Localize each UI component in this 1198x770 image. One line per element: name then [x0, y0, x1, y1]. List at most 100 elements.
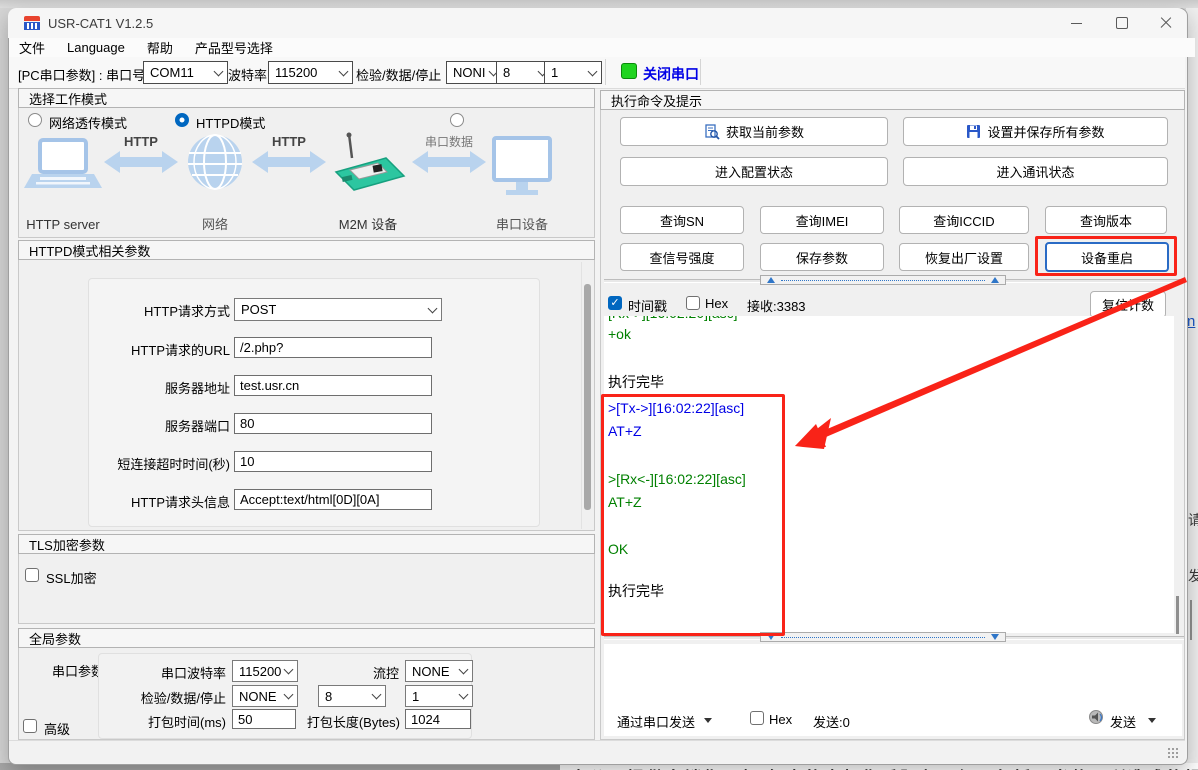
chevron-down-icon — [428, 303, 438, 313]
menu-language[interactable]: Language — [67, 40, 125, 55]
http-method-select[interactable]: POST — [234, 298, 442, 321]
server-addr-value: test.usr.cn — [240, 378, 299, 393]
set-save-all-label: 设置并保存所有参数 — [987, 122, 1104, 141]
menu-product-select[interactable]: 产品型号选择 — [195, 38, 273, 57]
parity-value: NONI — [453, 65, 486, 80]
g-stopbits-value: 1 — [412, 689, 419, 704]
radio-mqtt-mode[interactable] — [450, 113, 464, 127]
pack-len-input[interactable]: 1024 — [405, 709, 471, 729]
collapse-up-icon[interactable] — [991, 277, 999, 283]
log-splitter-top[interactable] — [760, 275, 1006, 285]
g-flow-select[interactable]: NONE — [405, 660, 473, 682]
splitter-dots — [781, 637, 985, 638]
log-scrollbar-thumb[interactable] — [1176, 596, 1179, 634]
menu-file[interactable]: 文件 — [19, 38, 45, 57]
save-params-label: 保存参数 — [796, 248, 848, 267]
enter-config-button[interactable]: 进入配置状态 — [620, 157, 888, 186]
enter-config-label: 进入配置状态 — [715, 162, 793, 181]
sent-count: 发送:0 — [813, 712, 850, 731]
enter-comm-label: 进入通讯状态 — [996, 162, 1074, 181]
workmode-header-label: 选择工作模式 — [29, 89, 107, 108]
radio-httpd-mode[interactable] — [175, 113, 189, 127]
g-parity-label: 检验/数据/停止 — [140, 688, 226, 707]
annotation-box-log — [601, 394, 785, 636]
pack-len-label: 打包长度(Bytes) — [300, 712, 400, 731]
query-iccid-button[interactable]: 查询ICCID — [899, 206, 1029, 234]
status-bar — [9, 740, 1185, 763]
timeout-input[interactable]: 10 — [234, 451, 432, 472]
send-button[interactable]: 发送 — [1110, 712, 1136, 731]
resize-grip[interactable] — [1168, 748, 1178, 758]
httpd-scrollbar[interactable] — [581, 262, 594, 529]
timestamp-label: 时间戳 — [628, 296, 667, 315]
send-dropdown-arrow-icon[interactable] — [1148, 718, 1156, 723]
log-line-ok: +ok — [608, 326, 631, 342]
dropdown-arrow-icon[interactable] — [704, 718, 712, 723]
server-port-label: 服务器端口 — [165, 416, 230, 435]
reset-count-button[interactable]: 复位计数 — [1090, 291, 1166, 318]
server-addr-input[interactable]: test.usr.cn — [234, 375, 432, 396]
http-header-input[interactable]: Accept:text/html[0D][0A] — [234, 489, 432, 510]
minimize-icon — [1071, 23, 1082, 24]
parity-select[interactable]: NONI — [446, 61, 503, 84]
minimize-button[interactable] — [1054, 10, 1098, 36]
radio-transparent-label: 网络透传模式 — [49, 113, 127, 132]
com-port-select[interactable]: COM11 — [143, 61, 228, 84]
factory-reset-button[interactable]: 恢复出厂设置 — [899, 243, 1029, 271]
query-signal-label: 查信号强度 — [649, 248, 714, 267]
g-parity-select[interactable]: NONE — [232, 685, 298, 707]
http-method-label: HTTP请求方式 — [138, 301, 230, 320]
background-scrollbar-fragment — [1190, 600, 1192, 640]
save-params-button[interactable]: 保存参数 — [760, 243, 884, 271]
g-baud-value: 115200 — [239, 664, 281, 679]
server-port-input[interactable]: 80 — [234, 413, 432, 434]
get-params-button[interactable]: 获取当前参数 — [620, 117, 888, 146]
send-via-serial-dropdown[interactable]: 通过串口发送 — [617, 712, 695, 731]
g-flow-value: NONE — [412, 664, 450, 679]
log-hex-checkbox[interactable] — [686, 296, 700, 310]
global-params-header: 全局参数 — [18, 628, 595, 648]
ssl-label: SSL加密 — [46, 568, 97, 587]
ssl-checkbox[interactable] — [25, 568, 39, 582]
enter-comm-button[interactable]: 进入通讯状态 — [903, 157, 1168, 186]
query-imei-button[interactable]: 查询IMEI — [760, 206, 884, 234]
httpd-params-header: HTTPD模式相关参数 — [18, 240, 595, 260]
close-port-button[interactable]: 关闭串口 — [643, 64, 699, 84]
send-hex-label: Hex — [769, 712, 792, 727]
query-signal-button[interactable]: 查信号强度 — [620, 243, 744, 271]
g-baud-select[interactable]: 115200 — [232, 660, 298, 682]
collapse-down-icon[interactable] — [991, 634, 999, 640]
g-databits-value: 8 — [325, 689, 332, 704]
collapse-up-icon[interactable] — [767, 277, 775, 283]
query-version-button[interactable]: 查询版本 — [1045, 206, 1167, 234]
g-stopbits-select[interactable]: 1 — [405, 685, 473, 707]
timestamp-checkbox[interactable]: ✓ — [608, 296, 622, 310]
baud-select[interactable]: 115200 — [268, 61, 353, 84]
g-databits-select[interactable]: 8 — [318, 685, 386, 707]
query-sn-button[interactable]: 查询SN — [620, 206, 744, 234]
pc-serial-label: [PC串口参数] : 串口号 — [18, 65, 145, 84]
pack-time-input[interactable]: 50 — [232, 709, 296, 729]
chevron-down-icon — [284, 690, 294, 700]
monitor-icon — [494, 138, 550, 195]
menu-help[interactable]: 帮助 — [147, 38, 173, 57]
serial-group-label: 串口参数 — [52, 661, 104, 680]
advanced-checkbox[interactable] — [23, 719, 37, 733]
set-save-all-button[interactable]: 设置并保存所有参数 — [903, 117, 1168, 146]
log-splitter-bottom[interactable] — [760, 632, 1006, 642]
http-url-value: /2.php? — [240, 340, 283, 355]
background-glyph-1: 请 — [1188, 510, 1198, 530]
stopbits-select[interactable]: 1 — [544, 61, 602, 84]
close-button[interactable] — [1146, 10, 1186, 36]
maximize-button[interactable] — [1100, 10, 1144, 36]
toolbar-separator — [605, 59, 606, 85]
background-link-fragment: n — [1187, 313, 1195, 330]
chevron-down-icon — [459, 690, 469, 700]
chevron-down-icon — [284, 665, 294, 675]
http-url-input[interactable]: /2.php? — [234, 337, 432, 358]
query-version-label: 查询版本 — [1080, 211, 1132, 230]
radio-transparent-mode[interactable] — [28, 113, 42, 127]
httpd-params-header-label: HTTPD模式相关参数 — [29, 241, 150, 260]
send-hex-checkbox[interactable] — [750, 711, 764, 725]
radio-httpd-label: HTTPD模式 — [196, 113, 265, 132]
